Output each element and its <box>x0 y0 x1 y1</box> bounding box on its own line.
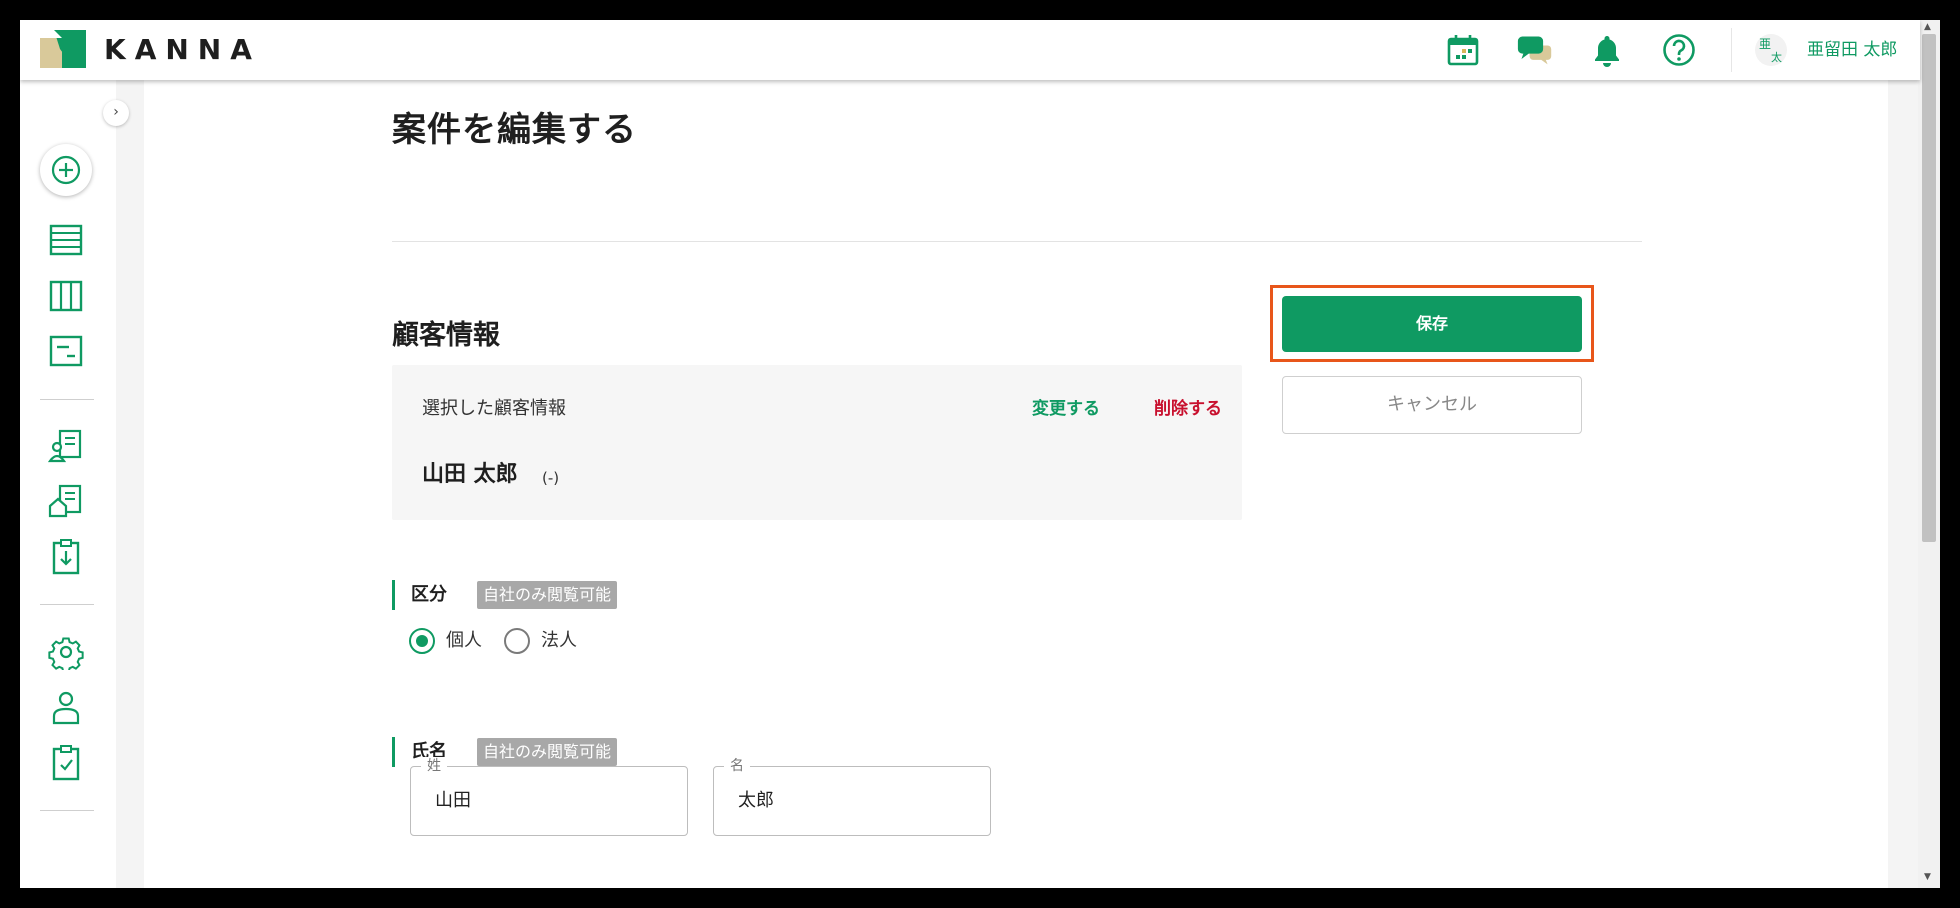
add-button[interactable] <box>40 144 92 196</box>
first-name-legend: 名 <box>724 757 750 775</box>
bell-icon <box>1595 36 1619 67</box>
add-icon <box>51 155 81 185</box>
calendar-button[interactable] <box>1445 32 1481 68</box>
radio-corporate[interactable] <box>504 628 530 654</box>
report-icon <box>49 335 83 367</box>
user-icon <box>52 691 80 725</box>
visibility-badge: 自社のみ閲覧可能 <box>477 581 618 609</box>
sidebar-expand-button[interactable]: › <box>103 100 129 126</box>
sidebar-item-settings[interactable] <box>48 634 84 670</box>
avatar-initial: 亜 <box>1759 37 1772 51</box>
card-label: 選択した顧客情報 <box>422 398 566 419</box>
notifications-button[interactable] <box>1589 32 1625 68</box>
content-edge <box>1888 80 1918 888</box>
sidebar-item-download[interactable] <box>48 539 84 575</box>
help-icon <box>1663 34 1695 66</box>
chat-icon <box>1517 36 1552 65</box>
radio-label[interactable]: 法人 <box>541 629 577 653</box>
sidebar-item-report[interactable] <box>48 333 84 369</box>
chat-button[interactable] <box>1517 32 1553 68</box>
last-name-legend: 姓 <box>421 757 447 775</box>
section-title: 顧客情報 <box>392 320 500 351</box>
property-doc-icon <box>48 484 82 518</box>
sidebar-item-board[interactable] <box>48 278 84 314</box>
sidebar-divider <box>40 810 94 811</box>
calendar-icon <box>1447 35 1479 66</box>
selected-customer-card: 選択した顧客情報 変更する 削除する 山田 太郎 (-) <box>392 365 1242 520</box>
sidebar <box>20 20 116 888</box>
sidebar-divider <box>40 399 94 400</box>
sidebar-item-customers[interactable] <box>48 428 84 464</box>
first-name-value[interactable]: 太郎 <box>738 789 774 813</box>
radio-label[interactable]: 個人 <box>446 629 482 653</box>
brand-name: KANNA <box>104 33 261 66</box>
delete-customer-link[interactable]: 削除する <box>1154 398 1222 420</box>
cancel-button[interactable]: キャンセル <box>1282 376 1582 434</box>
title-divider <box>392 241 1642 242</box>
help-button[interactable] <box>1661 32 1697 68</box>
kanna-logo[interactable] <box>40 30 86 68</box>
checklist-icon <box>52 745 80 781</box>
save-button[interactable]: 保存 <box>1282 296 1582 352</box>
customer-subtext: (-) <box>542 469 560 487</box>
scrollbar[interactable]: ▲ ▼ <box>1918 20 1940 888</box>
sidebar-item-checklist[interactable] <box>48 745 84 781</box>
radio-individual[interactable] <box>409 628 435 654</box>
chevron-right-icon: › <box>113 104 119 120</box>
customer-doc-icon <box>48 429 82 463</box>
sidebar-edge <box>116 80 144 888</box>
field-label-category: 区分 <box>392 580 447 610</box>
last-name-field[interactable]: 姓 山田 <box>410 757 688 836</box>
change-customer-link[interactable]: 変更する <box>1032 398 1100 420</box>
header-divider <box>1731 28 1732 72</box>
list-icon <box>49 224 83 256</box>
page-title: 案件を編集する <box>392 110 637 150</box>
app-window: › KANNA 亜 太 亜留田 太郎 ▲ ▼ 案件を編集する 顧客情報 選択した… <box>20 20 1940 888</box>
user-name[interactable]: 亜留田 太郎 <box>1807 39 1897 61</box>
settings-icon <box>48 637 84 670</box>
sidebar-item-users[interactable] <box>48 690 84 726</box>
header: KANNA 亜 太 亜留田 太郎 <box>20 20 1920 80</box>
avatar[interactable]: 亜 太 <box>1755 34 1787 66</box>
scroll-up-icon[interactable]: ▲ <box>1924 22 1931 32</box>
sidebar-item-list[interactable] <box>48 222 84 258</box>
customer-name: 山田 太郎 <box>422 462 518 487</box>
avatar-initial: 太 <box>1771 51 1782 64</box>
scrollbar-thumb[interactable] <box>1922 34 1936 542</box>
sidebar-divider <box>40 604 94 605</box>
sidebar-item-properties[interactable] <box>48 483 84 519</box>
last-name-value[interactable]: 山田 <box>435 789 471 813</box>
board-icon <box>49 280 83 312</box>
visibility-badge: 自社のみ閲覧可能 <box>477 738 618 766</box>
scroll-down-icon[interactable]: ▼ <box>1924 872 1931 882</box>
download-clipboard-icon <box>52 539 80 575</box>
first-name-field[interactable]: 名 太郎 <box>713 757 991 836</box>
